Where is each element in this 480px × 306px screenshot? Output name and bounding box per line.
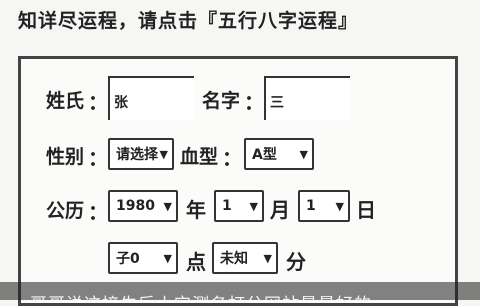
blood-colon: ：: [222, 146, 242, 170]
day-select[interactable]: 1 ▼: [298, 190, 350, 222]
year-value: 1980: [116, 198, 155, 214]
chevron-down-icon: ▼: [163, 199, 172, 213]
givenname-value: 三: [270, 95, 284, 111]
calendar-label: 公历: [46, 200, 85, 222]
minute-unit: 分: [286, 250, 306, 274]
year-select[interactable]: 1980 ▼: [108, 190, 178, 222]
hour-select[interactable]: 子0 ▼: [108, 242, 178, 274]
blood-select[interactable]: A型 ▼: [244, 138, 314, 170]
chevron-down-icon: ▼: [299, 147, 308, 161]
gender-select[interactable]: 请选择 ▼: [108, 138, 174, 170]
month-unit: 月: [270, 198, 290, 222]
blood-label: 血型: [180, 146, 219, 168]
chevron-down-icon: ▼: [249, 199, 258, 213]
surname-value: 张: [114, 95, 128, 111]
blood-value: A型: [252, 147, 277, 163]
gender-label: 性别: [46, 146, 85, 168]
caption-overlay: 哥哥说这接生后小宝测名打分网站最最好的: [0, 282, 480, 300]
minute-select[interactable]: 未知 ▼: [212, 242, 278, 274]
day-unit: 日: [356, 198, 376, 222]
hour-unit: 点: [186, 250, 206, 274]
givenname-input[interactable]: 三: [264, 76, 350, 120]
headline: 知详尽运程，请点击『五行八字运程』: [18, 10, 359, 32]
surname-label: 姓氏: [46, 90, 85, 112]
gender-value: 请选择: [116, 147, 158, 163]
calendar-colon: ：: [88, 200, 108, 224]
surname-input[interactable]: 张: [108, 76, 194, 120]
chevron-down-icon: ▼: [159, 147, 168, 161]
givenname-label: 名字: [202, 90, 241, 112]
day-value: 1: [306, 198, 316, 214]
chevron-down-icon: ▼: [263, 251, 272, 265]
month-value: 1: [222, 198, 232, 214]
year-unit: 年: [186, 198, 206, 222]
hour-value: 子0: [116, 251, 140, 267]
caption-text: 哥哥说这接生后小宝测名打分网站最最好的: [30, 290, 372, 300]
chevron-down-icon: ▼: [163, 251, 172, 265]
month-select[interactable]: 1 ▼: [214, 190, 264, 222]
givenname-colon: ：: [244, 90, 264, 114]
gender-colon: ：: [88, 146, 108, 170]
chevron-down-icon: ▼: [335, 199, 344, 213]
surname-colon: ：: [88, 90, 108, 114]
minute-value: 未知: [220, 251, 248, 267]
